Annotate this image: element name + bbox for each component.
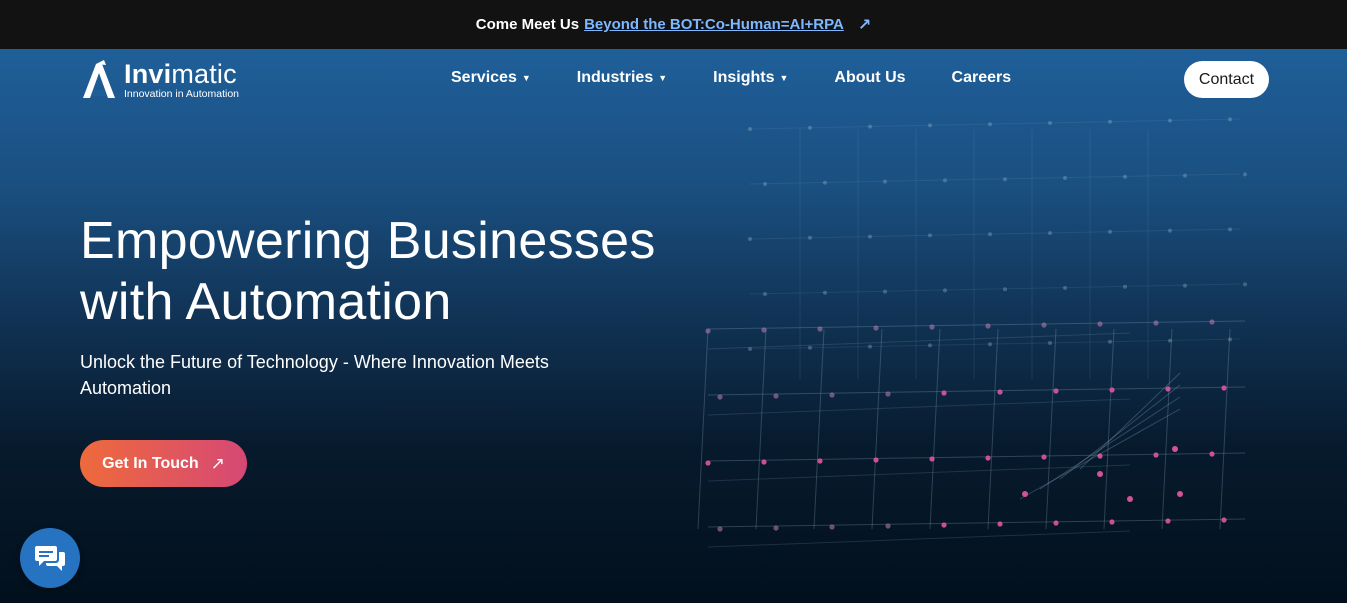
nav-item-industries[interactable]: Industries ▼: [577, 69, 667, 87]
brand-name: Invimatic: [124, 58, 237, 89]
hero-title: Empowering Businesses with Automation: [80, 211, 720, 333]
announcement-bar: Come Meet Us Beyond the BOT:Co-Human=AI+…: [0, 0, 1347, 49]
nav-item-careers[interactable]: Careers: [952, 69, 1012, 87]
hero-section: Invimatic Innovation in Automation Servi…: [0, 49, 1347, 603]
hero-subtitle: Unlock the Future of Technology - Where …: [80, 352, 549, 398]
arrow-up-right-icon[interactable]: ↗: [858, 15, 871, 35]
arrow-up-right-icon: ↗: [210, 453, 225, 473]
nav-item-services[interactable]: Services ▼: [451, 69, 531, 87]
hero-title-line-1: Empowering Businesses: [80, 212, 656, 270]
main-nav: Services ▼ Industries ▼ Insights ▼ About Us…: [451, 69, 1057, 87]
caret-down-icon: ▼: [658, 73, 668, 83]
contact-button[interactable]: Contact: [1184, 61, 1269, 98]
invimatic-logo-icon: [83, 60, 115, 98]
chat-button[interactable]: [20, 528, 80, 588]
announcement-link[interactable]: Beyond the BOT:Co-Human=AI+RPA: [584, 16, 844, 33]
chat-bubbles-icon: [35, 546, 65, 571]
cta-label: Get In Touch: [102, 454, 199, 472]
nav-item-insights[interactable]: Insights ▼: [713, 69, 788, 87]
nav-item-about-us[interactable]: About Us: [834, 69, 905, 87]
brand-tagline: Innovation in Automation: [124, 87, 239, 100]
logo[interactable]: Invimatic Innovation in Automation: [80, 59, 239, 101]
network-cube-illustration: [697, 117, 1247, 548]
announcement-prefix: Come Meet Us: [475, 16, 580, 33]
caret-down-icon: ▼: [779, 73, 789, 83]
caret-down-icon: ▼: [521, 73, 531, 83]
hero-title-line-2: with Automation: [80, 273, 452, 331]
get-in-touch-button[interactable]: Get In Touch ↗: [80, 440, 247, 487]
